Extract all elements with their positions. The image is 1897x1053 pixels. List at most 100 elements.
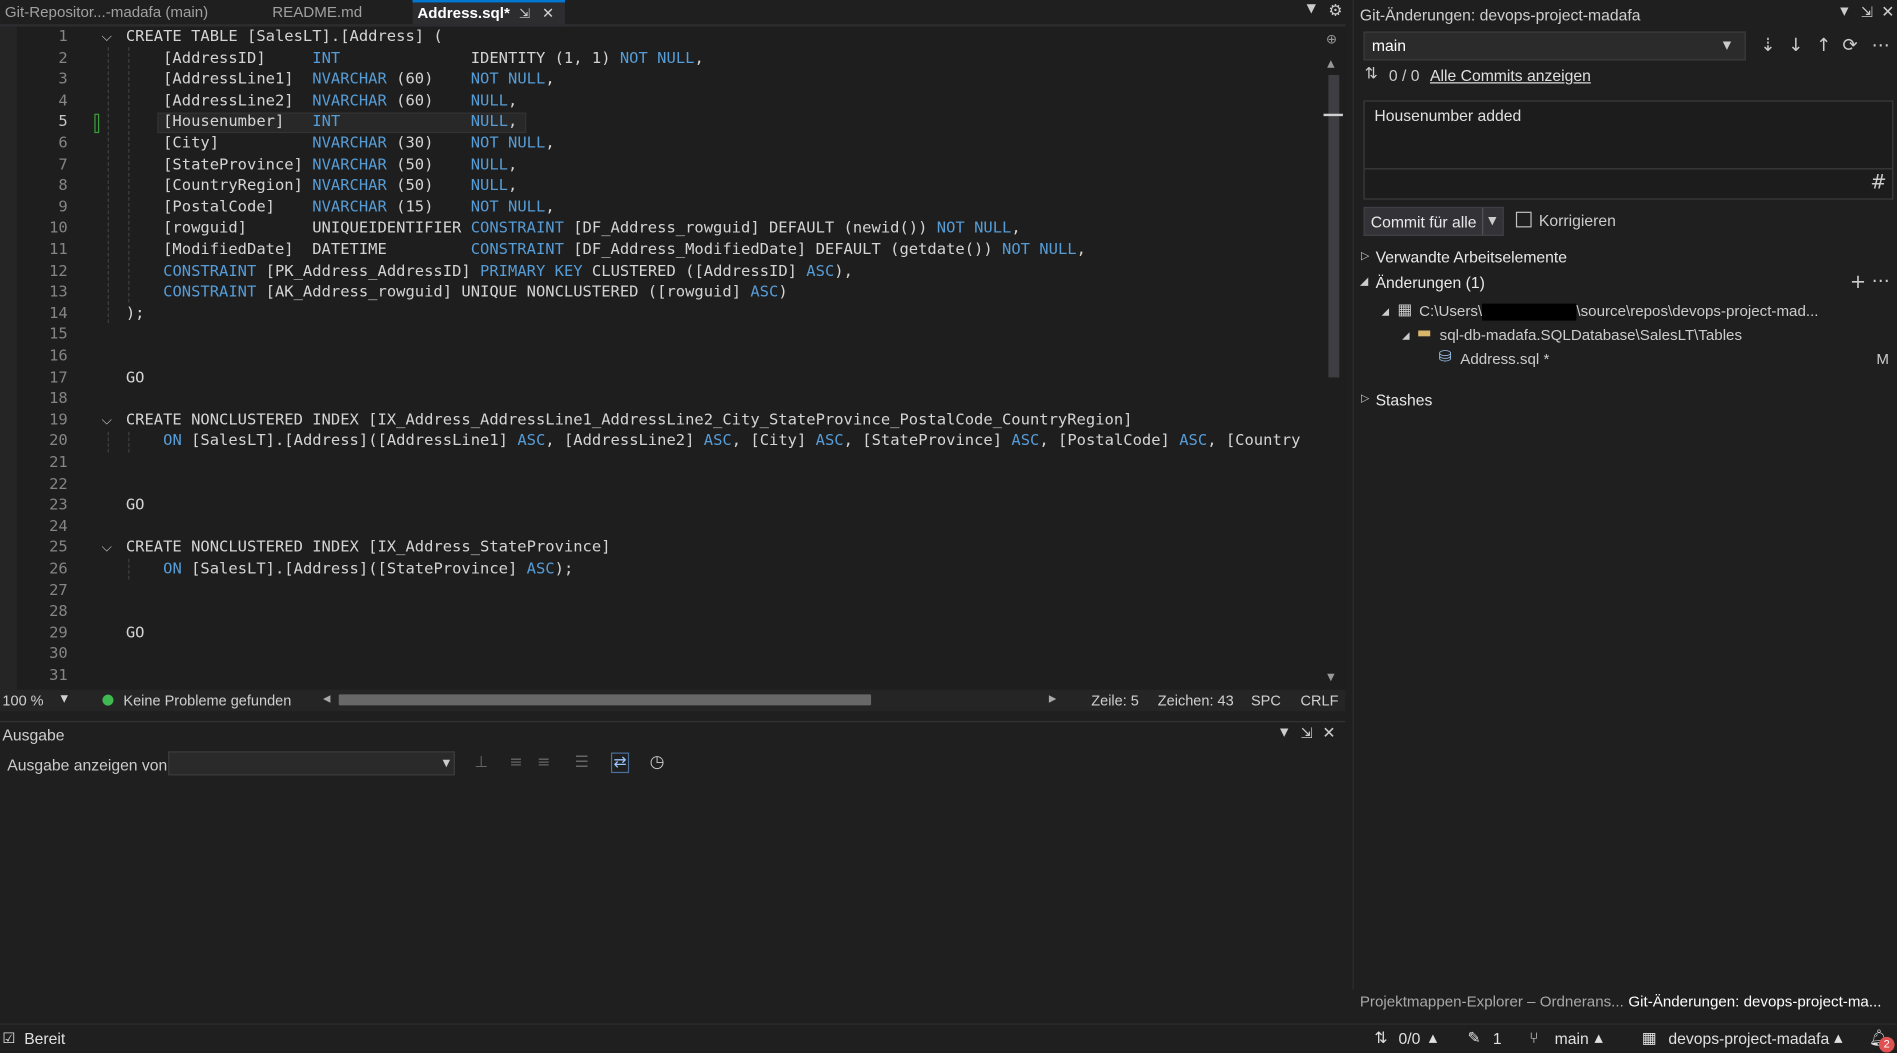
previous-message-icon[interactable]: ≡ bbox=[509, 754, 522, 772]
horizontal-scrollbar-thumb[interactable] bbox=[338, 694, 872, 706]
pencil-icon[interactable]: ✎ bbox=[1468, 1030, 1481, 1048]
line-ending-indicator[interactable]: CRLF bbox=[1301, 692, 1339, 709]
chevron-down-icon[interactable]: ◢ bbox=[1382, 306, 1389, 317]
code-line[interactable]: 6 [City] NVARCHAR (30) NOT NULL, bbox=[0, 133, 1324, 154]
stashes-header[interactable]: Stashes bbox=[1376, 391, 1433, 409]
fetch-icon[interactable]: ⇣ bbox=[1760, 34, 1775, 56]
chevron-down-icon[interactable]: ◢ bbox=[1402, 330, 1409, 341]
branch-icon[interactable]: ⑂ bbox=[1529, 1030, 1538, 1048]
code-line[interactable]: 25 ⌵ CREATE NONCLUSTERED INDEX [IX_Address… bbox=[0, 538, 1324, 559]
pin-icon[interactable]: ⇲ bbox=[519, 2, 530, 25]
split-icon[interactable]: ⊕ bbox=[1326, 31, 1337, 47]
sync-icon[interactable]: ⟳ bbox=[1843, 34, 1858, 56]
status-branch[interactable]: main bbox=[1555, 1030, 1589, 1048]
code-line[interactable]: 19 ⌵ CREATE NONCLUSTERED INDEX [IX_Address… bbox=[0, 410, 1324, 431]
stage-all-icon[interactable]: + bbox=[1850, 270, 1866, 293]
amend-checkbox[interactable] bbox=[1515, 211, 1532, 228]
fold-toggle-icon[interactable]: ⌵ bbox=[102, 538, 112, 559]
pin-icon[interactable]: ⇲ bbox=[1861, 4, 1873, 21]
close-icon[interactable]: ✕ bbox=[1881, 4, 1894, 22]
branch-selector[interactable]: main ▼ bbox=[1363, 31, 1746, 61]
chevron-up-icon[interactable]: ▲ bbox=[1595, 1033, 1603, 1045]
all-commits-link[interactable]: Alle Commits anzeigen bbox=[1430, 67, 1591, 85]
fold-toggle-icon[interactable]: ⌵ bbox=[102, 27, 112, 48]
code-line[interactable]: 30 bbox=[0, 644, 1324, 665]
code-line[interactable]: 2 [AddressID] INT IDENTITY (1, 1) NOT NU… bbox=[0, 48, 1324, 69]
hash-icon[interactable]: # bbox=[1870, 171, 1886, 194]
find-message-icon[interactable]: ⊥ bbox=[474, 754, 488, 772]
scroll-down-icon[interactable]: ▼ bbox=[1327, 671, 1334, 682]
pin-icon[interactable]: ⇲ bbox=[1301, 725, 1313, 742]
sync-count[interactable]: 0/0 bbox=[1399, 1030, 1421, 1048]
clear-all-icon[interactable]: ☰ bbox=[575, 754, 589, 772]
chevron-up-icon[interactable]: ▲ bbox=[1429, 1033, 1437, 1045]
close-icon[interactable]: ✕ bbox=[1322, 725, 1335, 743]
char-indicator[interactable]: Zeichen: 43 bbox=[1158, 692, 1234, 709]
code-line[interactable]: 18 bbox=[0, 389, 1324, 410]
next-message-icon[interactable]: ≡ bbox=[537, 754, 550, 772]
code-line[interactable]: 23 GO bbox=[0, 495, 1324, 516]
tab-git-repository[interactable]: Git-Repositor...-madafa (main) bbox=[0, 0, 260, 25]
scroll-right-icon[interactable]: ▶ bbox=[1049, 693, 1056, 704]
chevron-down-icon[interactable]: ▼ bbox=[1488, 215, 1496, 227]
tab-readme[interactable]: README.md bbox=[267, 0, 406, 25]
code-line[interactable]: 17 GO bbox=[0, 367, 1324, 388]
chevron-down-icon[interactable]: ▼ bbox=[1840, 6, 1848, 18]
code-line[interactable]: 5 [Housenumber] INT NULL, bbox=[0, 112, 1324, 133]
clock-icon[interactable]: ◷ bbox=[650, 753, 665, 772]
code-line[interactable]: 26 ON [SalesLT].[Address]([StateProvince… bbox=[0, 559, 1324, 580]
code-line[interactable]: 22 bbox=[0, 474, 1324, 495]
gear-icon[interactable]: ⚙ bbox=[1328, 2, 1342, 20]
chevron-down-icon[interactable]: ▼ bbox=[1307, 2, 1316, 15]
code-line[interactable]: 31 bbox=[0, 665, 1324, 686]
word-wrap-icon[interactable]: ⇄ bbox=[610, 752, 629, 774]
zoom-level[interactable]: 100 % bbox=[2, 692, 43, 709]
code-line[interactable]: 21 bbox=[0, 452, 1324, 473]
code-line[interactable]: 13 CONSTRAINT [AK_Address_rowguid] UNIQU… bbox=[0, 282, 1324, 303]
code-line[interactable]: 9 [PostalCode] NVARCHAR (15) NOT NULL, bbox=[0, 197, 1324, 218]
code-line[interactable]: 4 [AddressLine2] NVARCHAR (60) NULL, bbox=[0, 90, 1324, 111]
more-icon[interactable]: ⋯ bbox=[1872, 34, 1890, 56]
code-line[interactable]: 28 bbox=[0, 602, 1324, 623]
repository-icon[interactable]: ▦ bbox=[1642, 1030, 1657, 1048]
push-icon[interactable]: ↑ bbox=[1816, 34, 1831, 56]
code-line[interactable]: 7 [StateProvince] NVARCHAR (50) NULL, bbox=[0, 154, 1324, 175]
changed-file[interactable]: Address.sql * bbox=[1460, 351, 1549, 368]
code-line[interactable]: 1 ⌵ CREATE TABLE [SalesLT].[Address] ( bbox=[0, 27, 1324, 48]
code-line[interactable]: 20 ON [SalesLT].[Address]([AddressLine1]… bbox=[0, 431, 1324, 452]
chevron-up-icon[interactable]: ▲ bbox=[1834, 1033, 1842, 1045]
changes-header[interactable]: Änderungen (1) bbox=[1376, 273, 1485, 291]
more-icon[interactable]: ⋯ bbox=[1872, 270, 1890, 292]
code-line[interactable]: 29 GO bbox=[0, 623, 1324, 644]
pending-changes-count[interactable]: 1 bbox=[1493, 1030, 1502, 1048]
status-repo[interactable]: devops-project-madafa bbox=[1668, 1030, 1829, 1048]
code-editor[interactable]: 1 ⌵ CREATE TABLE [SalesLT].[Address] (2 [A… bbox=[0, 26, 1346, 690]
scroll-up-icon[interactable]: ▲ bbox=[1327, 58, 1334, 69]
related-work-items[interactable]: Verwandte Arbeitselemente bbox=[1376, 248, 1567, 266]
code-line[interactable]: 27 bbox=[0, 580, 1324, 601]
issues-status[interactable]: Keine Probleme gefunden bbox=[123, 692, 291, 709]
scroll-left-icon[interactable]: ◀ bbox=[323, 693, 330, 704]
chevron-right-icon[interactable]: ▷ bbox=[1361, 250, 1369, 262]
commit-message-input[interactable]: Housenumber added # bbox=[1363, 100, 1894, 200]
output-source-dropdown[interactable]: ▼ bbox=[168, 751, 455, 776]
chevron-right-icon[interactable]: ▷ bbox=[1361, 393, 1369, 405]
scrollbar-thumb[interactable] bbox=[1328, 75, 1340, 378]
commit-all-button[interactable]: Commit für alle ▼ bbox=[1363, 206, 1504, 236]
code-line[interactable]: 16 bbox=[0, 346, 1324, 367]
close-icon[interactable]: ✕ bbox=[542, 2, 554, 25]
folder-path[interactable]: sql-db-madafa.SQLDatabase\SalesLT\Tables bbox=[1440, 327, 1742, 344]
code-line[interactable]: 12 CONSTRAINT [PK_Address_AddressID] PRI… bbox=[0, 261, 1324, 282]
whitespace-indicator[interactable]: SPC bbox=[1251, 692, 1281, 709]
chevron-down-icon[interactable]: ◢ bbox=[1360, 276, 1368, 288]
chevron-down-icon[interactable]: ▼ bbox=[60, 693, 67, 704]
tab-solution-explorer[interactable]: Projektmappen-Explorer – Ordnerans... bbox=[1360, 993, 1624, 1010]
code-line[interactable]: 14); bbox=[0, 303, 1324, 324]
code-line[interactable]: 10 [rowguid] UNIQUEIDENTIFIER CONSTRAINT… bbox=[0, 218, 1324, 239]
code-line[interactable]: 3 [AddressLine1] NVARCHAR (60) NOT NULL, bbox=[0, 69, 1324, 90]
code-line[interactable]: 11 [ModifiedDate] DATETIME CONSTRAINT [D… bbox=[0, 240, 1324, 261]
vertical-scrollbar[interactable]: ⊕ ▲ ▼ bbox=[1323, 26, 1343, 690]
fold-toggle-icon[interactable]: ⌵ bbox=[102, 410, 112, 431]
chevron-down-icon[interactable]: ▼ bbox=[1280, 727, 1288, 739]
code-line[interactable]: 8 [CountryRegion] NVARCHAR (50) NULL, bbox=[0, 176, 1324, 197]
